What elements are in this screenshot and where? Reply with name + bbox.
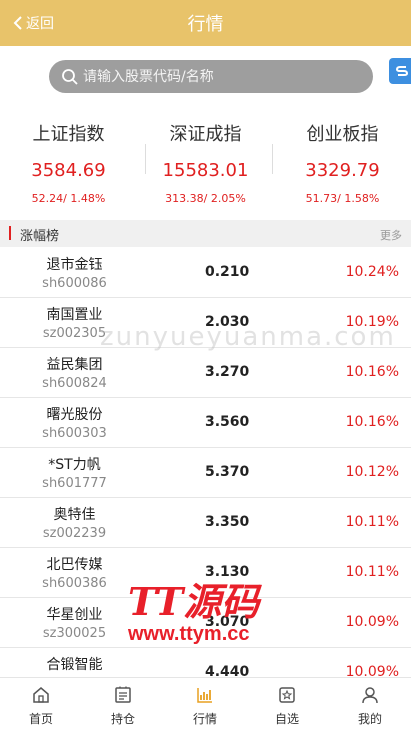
index-chinext[interactable]: 创业板指 3329.79 51.73/ 1.58% [274, 122, 411, 205]
market-indices: 上证指数 3584.69 52.24/ 1.48% 深证成指 15583.01 … [0, 122, 411, 214]
stock-price: 3.350 [205, 514, 250, 530]
section-marker [9, 226, 11, 240]
tab-holdings[interactable]: 持仓 [82, 678, 164, 733]
table-row[interactable]: 退市金钰 sh600086 0.210 10.24% [0, 248, 411, 298]
stock-name: 北巴传媒 [46, 557, 103, 573]
stock-code: sh600086 [42, 276, 107, 291]
tab-label: 行情 [192, 712, 217, 726]
stock-change-pct: 10.11% [345, 564, 399, 580]
favorites-icon [279, 687, 295, 703]
index-value: 3584.69 [31, 160, 106, 181]
stock-name: 奥特佳 [53, 507, 96, 523]
index-value: 3329.79 [305, 160, 380, 181]
s-logo-icon [395, 66, 409, 76]
search-icon [62, 68, 78, 85]
stock-code: sz300025 [42, 626, 107, 641]
stock-change-pct: 10.12% [345, 464, 399, 480]
tab-label: 持仓 [110, 712, 135, 726]
index-shenzhen[interactable]: 深证成指 15583.01 313.38/ 2.05% [137, 122, 274, 205]
tab-label: 首页 [28, 712, 53, 726]
more-link[interactable]: 更多 [380, 227, 402, 243]
index-divider [272, 144, 273, 174]
stock-code: sz002305 [42, 326, 107, 341]
table-row[interactable]: 北巴传媒 sh600386 3.130 10.11% [0, 548, 411, 598]
stock-code: sh600824 [42, 376, 107, 391]
tab-market[interactable]: 行情 [164, 678, 246, 733]
stock-list: 退市金钰 sh600086 0.210 10.24% 南国置业 sz002305… [0, 248, 411, 698]
market-chart-icon [197, 688, 212, 703]
page-title: 行情 [187, 14, 224, 35]
stock-change-pct: 10.19% [345, 314, 399, 330]
table-row[interactable]: 南国置业 sz002305 2.030 10.19% [0, 298, 411, 348]
tab-label: 我的 [357, 712, 382, 726]
tab-favorites[interactable]: 自选 [246, 678, 328, 733]
stock-code: sh600386 [42, 576, 107, 591]
stock-name: 益民集团 [46, 357, 103, 373]
stock-name: 退市金钰 [46, 257, 103, 273]
tab-profile[interactable]: 我的 [329, 678, 411, 733]
gainers-section-header: 涨幅榜 更多 [0, 220, 411, 247]
search-input[interactable] [83, 68, 343, 85]
stock-price: 3.070 [205, 614, 250, 630]
home-icon [33, 687, 49, 703]
stock-price: 5.370 [205, 464, 250, 480]
bottom-tab-bar: 首页 持仓 行情 自选 我的 [0, 677, 411, 733]
index-change: 52.24/ 1.48% [31, 192, 106, 205]
index-value: 15583.01 [162, 160, 249, 181]
index-name: 深证成指 [169, 124, 242, 145]
profile-icon [362, 687, 378, 704]
table-row[interactable]: *ST力帆 sh601777 5.370 10.12% [0, 448, 411, 498]
side-float-button[interactable] [389, 58, 411, 84]
stock-price: 3.130 [205, 564, 250, 580]
section-title: 涨幅榜 [20, 229, 60, 244]
tab-home[interactable]: 首页 [0, 678, 82, 733]
stock-code: sh601777 [42, 476, 107, 491]
stock-code: sh600303 [42, 426, 107, 441]
stock-price: 2.030 [205, 314, 250, 330]
stock-name: 曙光股份 [46, 407, 103, 423]
stock-code: sz002239 [42, 526, 107, 541]
table-row[interactable]: 曙光股份 sh600303 3.560 10.16% [0, 398, 411, 448]
table-row[interactable]: 益民集团 sh600824 3.270 10.16% [0, 348, 411, 398]
table-row[interactable]: 奥特佳 sz002239 3.350 10.11% [0, 498, 411, 548]
index-shanghai[interactable]: 上证指数 3584.69 52.24/ 1.48% [0, 122, 137, 205]
index-name: 上证指数 [32, 124, 105, 145]
stock-change-pct: 10.24% [345, 264, 399, 280]
search-box[interactable] [49, 60, 373, 93]
stock-price: 0.210 [205, 264, 250, 280]
stock-price: 3.560 [205, 414, 250, 430]
stock-name: 南国置业 [46, 307, 103, 323]
index-change: 51.73/ 1.58% [305, 192, 380, 205]
stock-change-pct: 10.16% [345, 364, 399, 380]
stock-change-pct: 10.16% [345, 414, 399, 430]
stock-name: 华星创业 [46, 607, 103, 623]
index-name: 创业板指 [306, 124, 379, 145]
stock-change-pct: 10.11% [345, 514, 399, 530]
stock-price: 3.270 [205, 364, 250, 380]
index-change: 313.38/ 2.05% [165, 192, 246, 205]
holdings-icon [115, 686, 131, 703]
tab-label: 自选 [274, 712, 299, 726]
stock-name: 合锻智能 [46, 657, 103, 673]
stock-name: *ST力帆 [48, 457, 101, 473]
stock-change-pct: 10.09% [345, 614, 399, 630]
table-row[interactable]: 华星创业 sz300025 3.070 10.09% [0, 598, 411, 648]
app-header: 返回 行情 [0, 0, 411, 46]
